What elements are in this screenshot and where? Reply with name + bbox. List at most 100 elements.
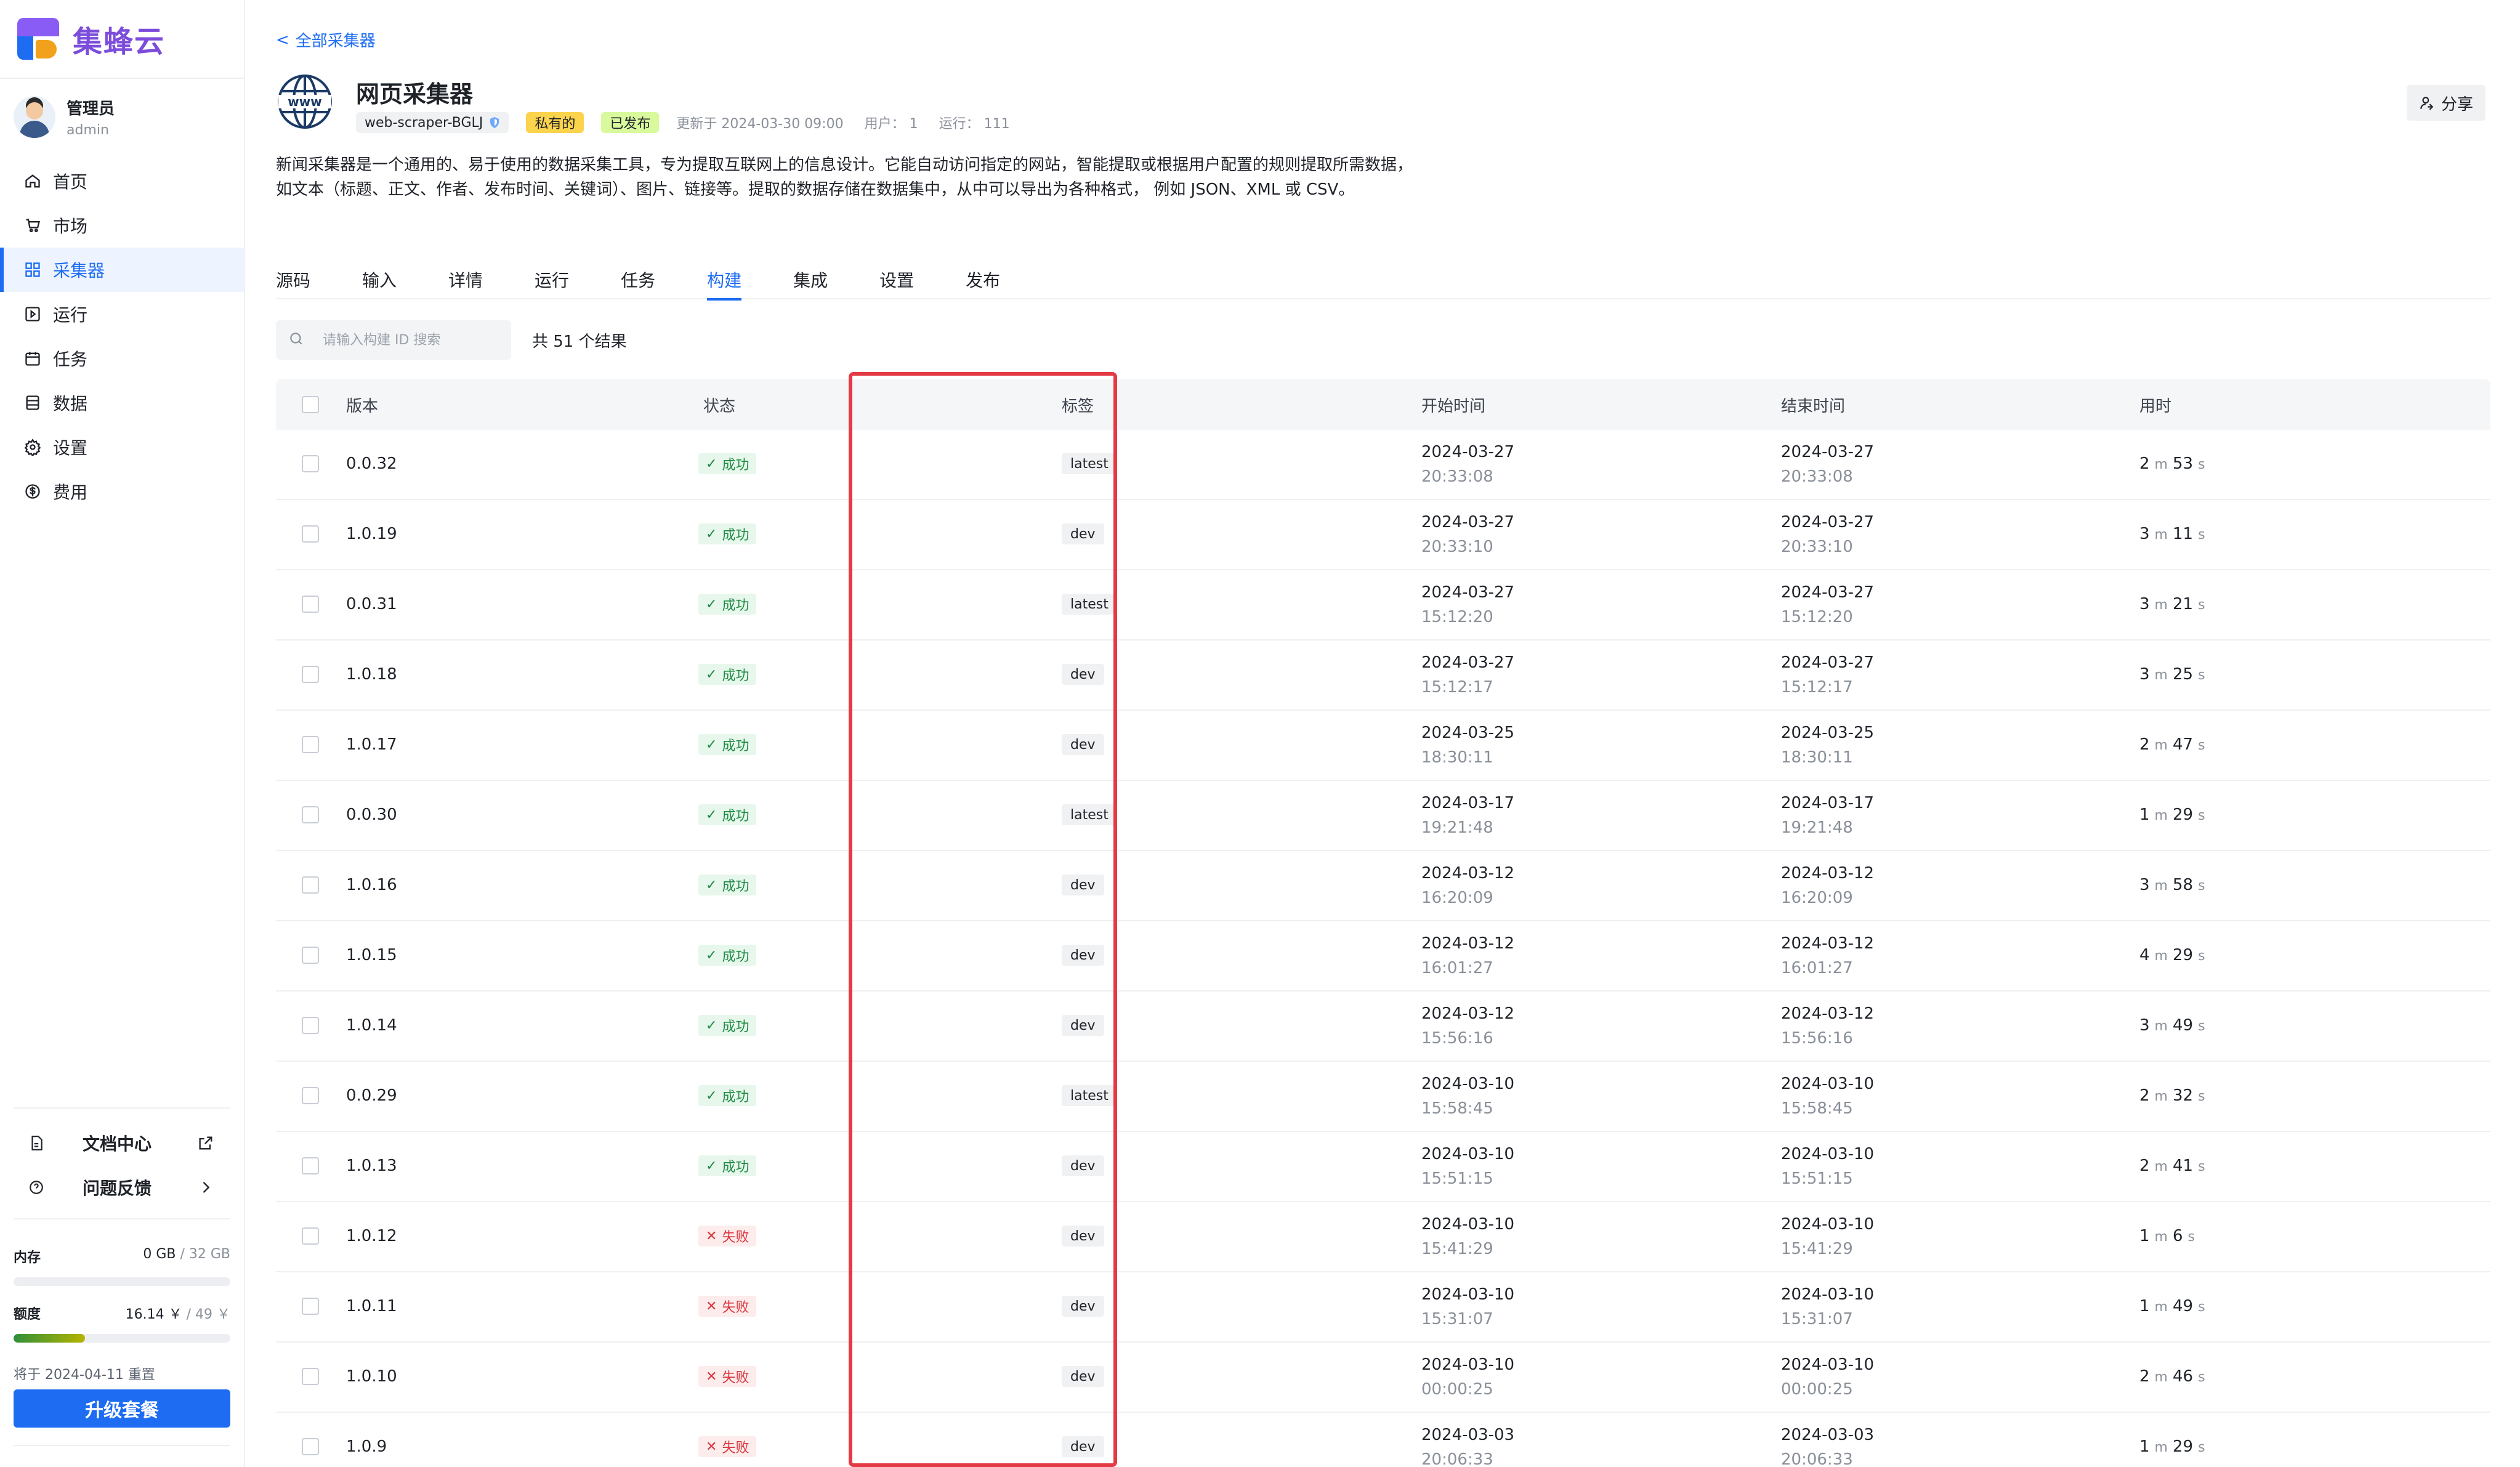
row-checkbox[interactable] [302,525,319,543]
feedback-link[interactable]: 问题反馈 [0,1165,244,1210]
build-version[interactable]: 1.0.13 [346,1157,397,1175]
row-checkbox[interactable] [302,666,319,683]
tab-item[interactable]: 发布 [966,265,1000,299]
build-version[interactable]: 0.0.32 [346,455,397,473]
table-row[interactable]: 0.0.31 ✓ 成功 latest 2024-03-27 15:12:20 2024-03… [276,570,2490,641]
column-header-status[interactable]: 状态 [703,394,735,416]
app-logo[interactable]: 集蜂云 [17,17,165,60]
build-version[interactable]: 1.0.19 [346,525,397,543]
build-id-search-input[interactable] [323,332,507,348]
column-header-end-time[interactable]: 结束时间 [1781,394,1845,416]
end-date: 2024-03-10 [1781,1215,1875,1234]
row-checkbox[interactable] [302,455,319,472]
row-checkbox[interactable] [302,876,319,894]
table-row[interactable]: 1.0.19 ✓ 成功 dev 2024-03-27 20:33:10 2024-03-27… [276,500,2490,570]
end-time: 2024-03-10 15:31:07 [1781,1282,1874,1332]
row-checkbox[interactable] [302,736,319,753]
tab-item[interactable]: 集成 [793,265,828,299]
table-row[interactable]: 0.0.32 ✓ 成功 latest 2024-03-27 20:33:08 2024-03… [276,430,2490,500]
table-row[interactable]: 1.0.15 ✓ 成功 dev 2024-03-12 16:01:27 2024-03-12… [276,921,2490,992]
build-version[interactable]: 1.0.12 [346,1227,397,1245]
check-icon: ✓ [706,1088,717,1104]
table-row[interactable]: 1.0.10 ✕ 失败 dev 2024-03-10 00:00:25 2024-03-10… [276,1343,2490,1413]
tab-item[interactable]: 运行 [535,265,569,299]
row-checkbox[interactable] [302,1157,319,1174]
table-row[interactable]: 1.0.18 ✓ 成功 dev 2024-03-27 15:12:17 2024-03-27… [276,641,2490,711]
build-version[interactable]: 1.0.9 [346,1437,387,1456]
row-checkbox[interactable] [302,1438,319,1455]
tab-bar: 源码 输入 详情 运行 任务 构建 集成 设置 发布 [276,265,2490,301]
tab-item[interactable]: 任务 [621,265,655,299]
column-header-version[interactable]: 版本 [346,394,378,416]
back-to-all-scrapers-link[interactable]: < 全部采集器 [276,28,376,51]
build-version[interactable]: 1.0.15 [346,946,397,964]
tab-item[interactable]: 源码 [276,265,310,299]
row-checkbox[interactable] [302,947,319,964]
search-icon [288,331,304,349]
build-version[interactable]: 1.0.14 [346,1016,397,1035]
build-version[interactable]: 0.0.29 [346,1086,397,1105]
table-row[interactable]: 1.0.13 ✓ 成功 dev 2024-03-10 15:51:15 2024-03-10… [276,1132,2490,1202]
table-row[interactable]: 1.0.12 ✕ 失败 dev 2024-03-10 15:41:29 2024-03-10… [276,1202,2490,1272]
column-header-duration[interactable]: 用时 [2139,394,2171,416]
table-row[interactable]: 0.0.29 ✓ 成功 latest 2024-03-10 15:58:45 2024-03… [276,1062,2490,1132]
table-row[interactable]: 1.0.14 ✓ 成功 dev 2024-03-12 15:56:16 2024-03-12… [276,992,2490,1062]
row-checkbox[interactable] [302,1017,319,1034]
sidebar-item-runs[interactable]: 运行 [0,292,244,336]
scraper-id-chip[interactable]: web-scraper-BGLJ [356,112,509,133]
sidebar-item-billing[interactable]: 费用 [0,469,244,514]
tab-item[interactable]: 输入 [362,265,397,299]
table-row[interactable]: 1.0.17 ✓ 成功 dev 2024-03-25 18:30:11 2024-03-25… [276,711,2490,781]
upgrade-plan-button[interactable]: 升级套餐 [14,1389,230,1428]
second-unit: s [2198,597,2205,613]
select-all-checkbox[interactable] [302,396,319,413]
sidebar-item-data[interactable]: 数据 [0,381,244,425]
tab-item[interactable]: 构建 [707,265,742,301]
row-checkbox[interactable] [302,1227,319,1245]
end-clock: 18:30:11 [1781,748,1853,767]
sidebar-item-market[interactable]: 市场 [0,203,244,248]
share-button[interactable]: 分享 [2407,85,2486,121]
row-checkbox[interactable] [302,1368,319,1385]
docs-center-link[interactable]: 文档中心 [0,1121,244,1165]
tab-item[interactable]: 设置 [879,265,914,299]
start-time: 2024-03-27 20:33:10 [1421,510,1514,559]
sidebar-item-home[interactable]: 首页 [0,159,244,203]
build-version[interactable]: 1.0.18 [346,665,397,684]
end-clock: 15:56:16 [1781,1029,1853,1048]
status-badge: ✓ 成功 [698,804,757,825]
sidebar-item-scrapers[interactable]: 采集器 [0,248,244,292]
second-unit: s [2198,948,2205,964]
user-profile[interactable]: 管理员 admin [14,96,115,138]
column-header-start-time[interactable]: 开始时间 [1421,394,1485,416]
start-date: 2024-03-10 [1421,1356,1515,1374]
build-version[interactable]: 1.0.16 [346,876,397,894]
tag-badge: dev [1062,945,1104,966]
status-badge: ✓ 成功 [698,664,757,685]
build-version[interactable]: 1.0.11 [346,1297,397,1315]
row-checkbox[interactable] [302,806,319,823]
build-version[interactable]: 0.0.31 [346,595,397,613]
sidebar-item-settings[interactable]: 设置 [0,425,244,469]
table-row[interactable]: 1.0.11 ✕ 失败 dev 2024-03-10 15:31:07 2024-03-10… [276,1272,2490,1343]
table-row[interactable]: 0.0.30 ✓ 成功 latest 2024-03-17 19:21:48 2024-03… [276,781,2490,851]
build-version[interactable]: 0.0.30 [346,806,397,824]
row-checkbox[interactable] [302,1087,319,1104]
start-clock: 00:00:25 [1421,1380,1493,1399]
updated-at: 更新于 2024-03-30 09:00 [676,116,844,132]
build-version[interactable]: 1.0.10 [346,1367,397,1386]
row-checkbox[interactable] [302,1298,319,1315]
sidebar-divider [0,78,245,79]
duration-minutes: 1 [2139,806,2150,824]
column-header-tag[interactable]: 标签 [1062,394,1094,416]
table-row[interactable]: 1.0.16 ✓ 成功 dev 2024-03-12 16:20:09 2024-03-12… [276,851,2490,921]
table-row[interactable]: 1.0.9 ✕ 失败 dev 2024-03-03 20:06:33 2024-03-03 2… [276,1413,2490,1467]
build-version[interactable]: 1.0.17 [346,735,397,754]
start-clock: 16:20:09 [1421,889,1493,907]
row-checkbox[interactable] [302,596,319,613]
tab-item[interactable]: 详情 [448,265,483,299]
start-date: 2024-03-17 [1421,794,1515,812]
sidebar-item-tasks[interactable]: 任务 [0,336,244,381]
tag-badge: dev [1062,664,1104,685]
end-date: 2024-03-27 [1781,583,1875,602]
